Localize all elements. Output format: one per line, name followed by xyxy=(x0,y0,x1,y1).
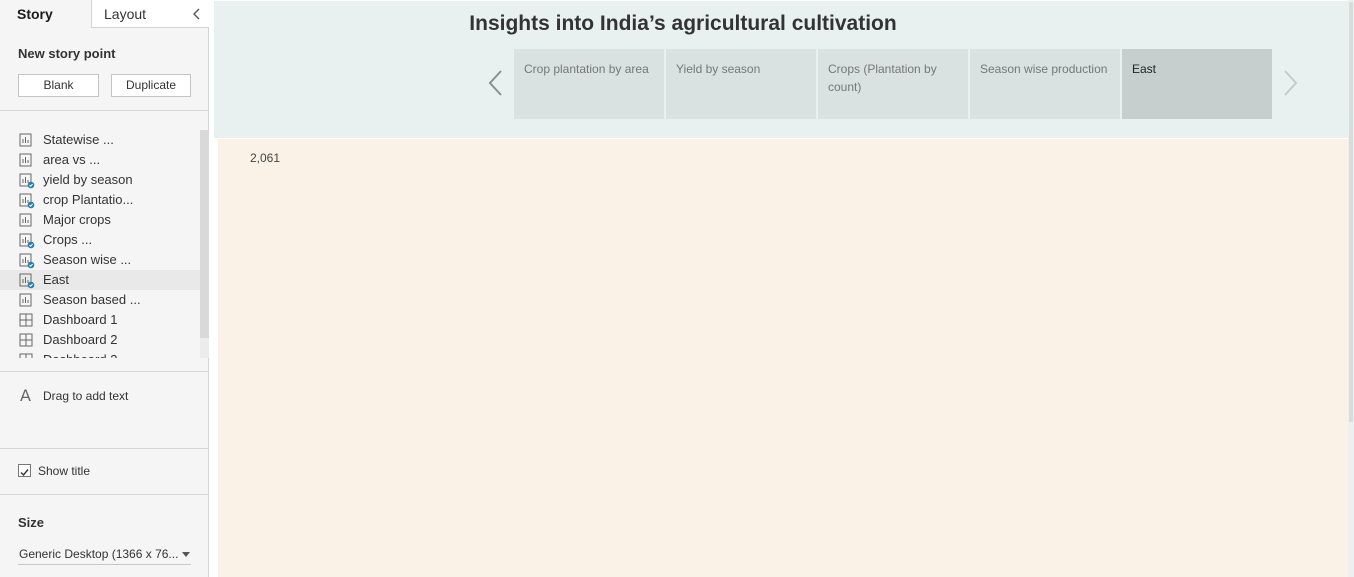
previous-story-point-icon[interactable] xyxy=(486,69,506,97)
dashboard-icon xyxy=(19,353,33,358)
story-point-2[interactable]: Yield by season xyxy=(666,49,816,119)
worksheet-icon xyxy=(19,153,32,167)
story-canvas[interactable]: 2,061 xyxy=(218,139,1350,577)
sheet-item[interactable]: yield by season xyxy=(0,170,200,190)
divider xyxy=(0,371,209,372)
next-story-point-icon[interactable] xyxy=(1280,69,1300,97)
blank-button[interactable]: Blank xyxy=(18,74,99,97)
sheet-item[interactable]: crop Plantatio... xyxy=(0,190,200,210)
sheet-label: Dashboard 2 xyxy=(43,332,118,347)
worksheet-icon xyxy=(19,133,32,147)
canvas-value: 2,061 xyxy=(250,151,281,165)
story-point-3[interactable]: Crops (Plantation by count) xyxy=(818,49,968,119)
sheet-label: area vs ... xyxy=(43,152,101,167)
worksheet-used-icon xyxy=(19,173,35,189)
sheet-item[interactable]: Dashboard 2 xyxy=(0,330,200,350)
divider xyxy=(0,110,209,111)
story-title[interactable]: Insights into India’s agricultural culti… xyxy=(4,12,1354,36)
dashboard-icon xyxy=(19,333,33,347)
page-scrollbar[interactable] xyxy=(1349,2,1353,422)
divider xyxy=(0,448,209,449)
sheet-label: Season wise ... xyxy=(43,252,132,267)
text-object-icon: A xyxy=(20,386,31,405)
worksheet-used-icon xyxy=(19,193,35,209)
sheet-item[interactable]: East xyxy=(0,270,200,290)
new-story-point-heading: New story point xyxy=(18,46,116,61)
worksheet-icon xyxy=(19,293,32,307)
sheet-item[interactable]: Major crops xyxy=(0,210,200,230)
sheet-label: Major crops xyxy=(43,212,111,227)
dashboard-icon xyxy=(19,313,33,327)
sheet-label: crop Plantatio... xyxy=(43,192,134,207)
story-point-1[interactable]: Crop plantation by area xyxy=(514,49,664,119)
story-sidebar: Story Layout New story point Blank Dupli… xyxy=(0,0,209,577)
drag-text-object[interactable]: A Drag to add text xyxy=(0,386,209,408)
story-point-4[interactable]: Season wise production xyxy=(970,49,1120,119)
checkmark-icon xyxy=(20,469,29,477)
sheet-item[interactable]: Dashboard 1 xyxy=(0,310,200,330)
sheet-label: yield by season xyxy=(43,172,133,187)
sheet-label: Season based ... xyxy=(43,292,141,307)
sheet-list-scrollbar[interactable] xyxy=(200,130,209,338)
worksheet-used-icon xyxy=(19,253,35,269)
show-title-label: Show title xyxy=(38,464,91,478)
worksheet-icon xyxy=(19,213,32,227)
sheet-label: Dashboard 3 xyxy=(43,352,117,358)
sheet-item[interactable]: Dashboard 3 xyxy=(0,350,200,358)
sheet-label: East xyxy=(43,272,70,287)
sheet-item[interactable]: Season based ... xyxy=(0,290,200,310)
divider xyxy=(0,494,209,495)
sheet-label: Crops ... xyxy=(43,232,93,247)
sheet-item[interactable]: Crops ... xyxy=(0,230,200,250)
story-navigator: Insights into India’s agricultural culti… xyxy=(214,1,1350,138)
worksheet-used-icon xyxy=(19,233,35,249)
caret-down-icon xyxy=(182,552,190,557)
story-area: Insights into India’s agricultural culti… xyxy=(210,0,1354,577)
size-value: Generic Desktop (1366 x 76... xyxy=(19,547,179,561)
show-title-checkbox[interactable] xyxy=(18,464,31,477)
size-heading: Size xyxy=(18,515,45,530)
sheet-list: Statewise ... area vs ... yield by season c… xyxy=(0,130,209,358)
drag-text-label: Drag to add text xyxy=(43,389,129,403)
sheet-item[interactable]: Season wise ... xyxy=(0,250,200,270)
size-dropdown[interactable]: Generic Desktop (1366 x 76... xyxy=(18,546,191,565)
sheet-item[interactable]: area vs ... xyxy=(0,150,200,170)
story-point-5[interactable]: East xyxy=(1122,49,1272,119)
sheet-label: Dashboard 1 xyxy=(43,312,118,327)
sheet-label: Statewise ... xyxy=(43,132,114,147)
duplicate-button[interactable]: Duplicate xyxy=(111,74,191,97)
sheet-item[interactable]: Statewise ... xyxy=(0,130,200,150)
worksheet-used-icon xyxy=(19,273,35,289)
